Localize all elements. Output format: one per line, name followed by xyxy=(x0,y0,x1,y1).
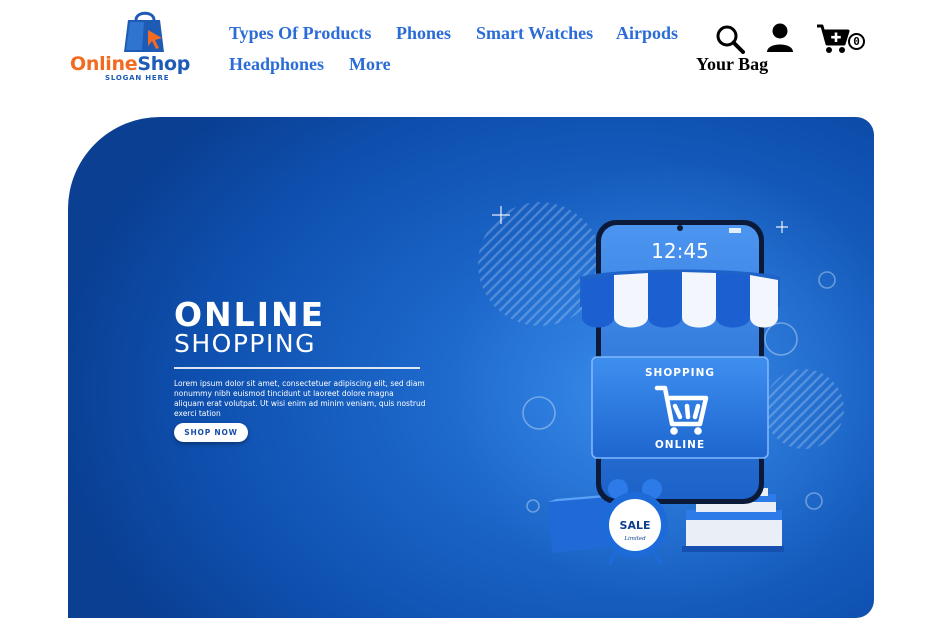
sign-line1: SHOPPING xyxy=(645,367,715,379)
nav-link-smart-watches[interactable]: Smart Watches xyxy=(476,23,593,44)
clock-label: SALE xyxy=(620,519,651,532)
nav-link-phones[interactable]: Phones xyxy=(396,23,451,44)
phone-time: 12:45 xyxy=(651,239,709,263)
brand-slogan: SLOGAN HERE xyxy=(105,74,170,82)
shopping-bag-logo-icon xyxy=(124,11,164,52)
nav-link-airpods[interactable]: Airpods xyxy=(616,23,678,44)
nav-link-headphones[interactable]: Headphones xyxy=(229,54,324,75)
cart-add-icon[interactable] xyxy=(816,24,850,54)
brand-name: OnlineShop xyxy=(70,53,190,75)
nav-link-more[interactable]: More xyxy=(349,54,391,75)
cart-count-badge: 0 xyxy=(848,33,865,50)
hero-divider xyxy=(174,367,420,369)
nav-link-types-of-products[interactable]: Types Of Products xyxy=(229,23,371,44)
hero-description: Lorem ipsum dolor sit amet, consectetuer… xyxy=(174,379,426,418)
striped-circle-decoration xyxy=(764,369,844,449)
shop-now-button[interactable]: SHOP NOW xyxy=(174,423,248,442)
your-bag-label[interactable]: Your Bag xyxy=(696,54,768,75)
user-icon[interactable] xyxy=(766,23,794,53)
hero-title-line2: SHOPPING xyxy=(174,329,316,358)
brand-logo[interactable]: OnlineShop SLOGAN HERE xyxy=(70,8,220,82)
sign-line2: ONLINE xyxy=(655,439,705,451)
clock-sub: Limited xyxy=(623,536,646,542)
search-icon[interactable] xyxy=(715,24,745,54)
hero-banner: 12:45 SHOPPING ONLINE SALE Limited ONLIN… xyxy=(68,117,874,618)
